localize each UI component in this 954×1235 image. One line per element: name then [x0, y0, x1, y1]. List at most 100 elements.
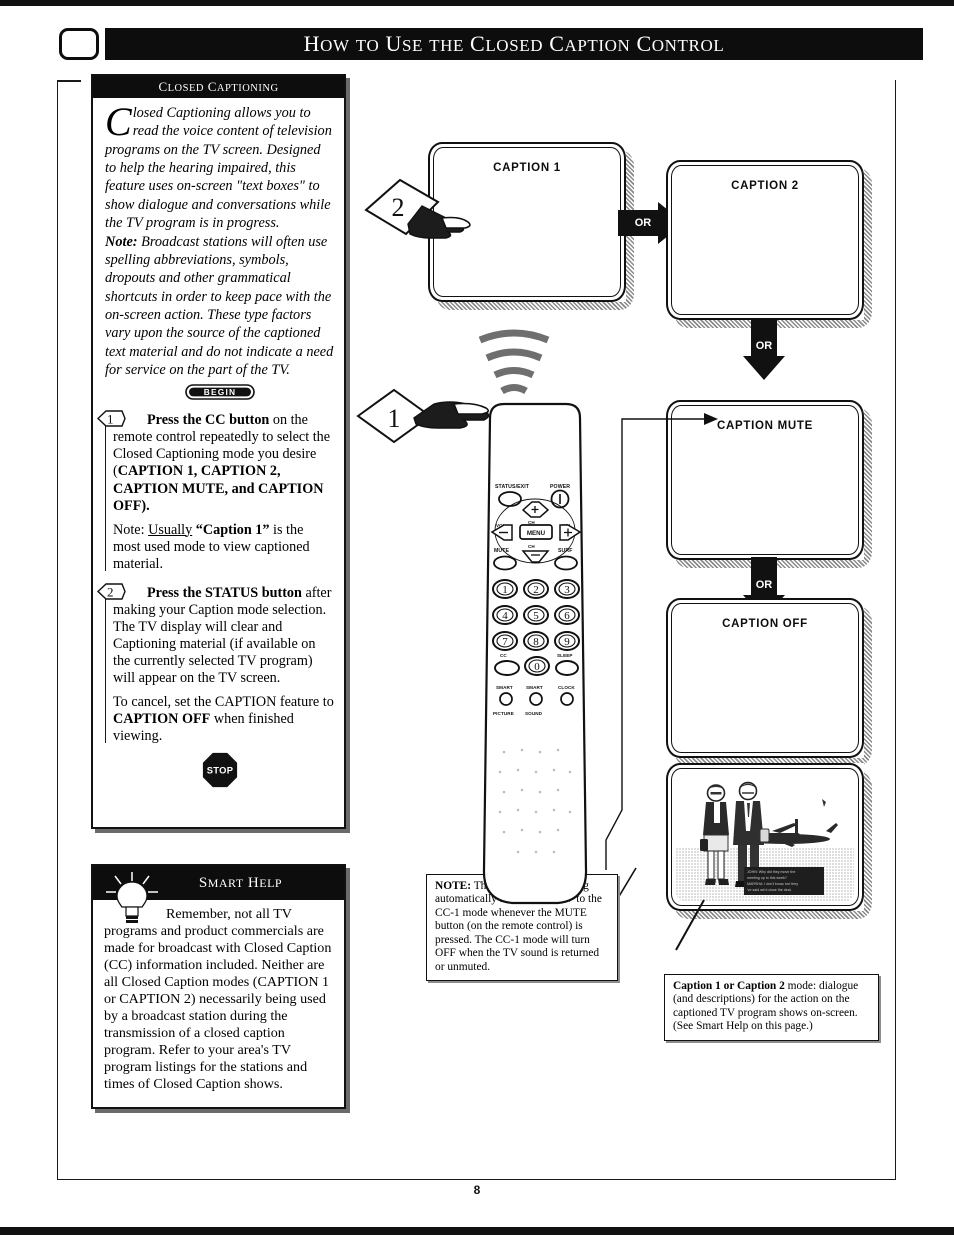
- step-2-marker: 2: [96, 582, 126, 600]
- remote-label-picture: PICTURE: [493, 711, 514, 716]
- remote-key-8[interactable]: 8: [523, 631, 549, 651]
- smart-help-heading: SMART HELP: [198, 874, 283, 891]
- stop-badge-label: STOP: [206, 765, 233, 776]
- step-1-subnote: Note: Usually “Caption 1” is the most us…: [105, 522, 334, 573]
- page-title: HOW TO USE THE CLOSED CAPTION CONTROL: [303, 31, 725, 56]
- step-2-cancel-rest1: , set the CAPTION feature to: [167, 693, 334, 710]
- remote-button-mute[interactable]: [493, 555, 517, 571]
- step-1-rule: [105, 425, 107, 571]
- remote-key-1[interactable]: 1: [492, 579, 518, 599]
- remote-label-smart-a: SMART: [496, 685, 513, 690]
- remote-label-mute: MUTE: [494, 548, 510, 554]
- page-title-bar: HOW TO USE THE CLOSED CAPTION CONTROL: [105, 28, 923, 60]
- tv-screen-icon: [59, 28, 99, 60]
- step-2-cancel-bold: CAPTION OFF: [113, 710, 211, 727]
- step-1-marker: 1: [96, 409, 126, 428]
- hand-pointing-icon-2: 2: [364, 178, 471, 239]
- remote-label-smart-b: SMART: [526, 685, 543, 690]
- remote-label-ch-down: CH: [528, 544, 535, 549]
- remote-label-menu: MENU: [527, 530, 546, 537]
- remote-button-sleep[interactable]: [555, 660, 579, 676]
- step-2-cancel: To cancel, set the CAPTION feature to CA…: [105, 694, 334, 745]
- remote-button-smart-picture[interactable]: [499, 692, 513, 706]
- step-1: 1 Press the CC button on the remote cont…: [96, 410, 334, 573]
- remote-key-4-label: 4: [502, 610, 508, 622]
- remote-key-5[interactable]: 5: [523, 605, 549, 625]
- note-box-caption-modes-label: Caption 1 or Caption 2: [673, 980, 785, 992]
- remote-label-clock: CLOCK: [558, 685, 575, 690]
- manual-page: HOW TO USE THE CLOSED CAPTION CONTROL HO…: [0, 0, 954, 1235]
- lightbulb-icon: [103, 870, 161, 924]
- step-2-text: Press the STATUS button after making you…: [105, 585, 334, 687]
- remote-key-8-label: 8: [533, 636, 539, 648]
- remote-label-sleep: SLEEP: [557, 653, 573, 658]
- smart-help-panel: SMART HELP SMART HELP Remember, not all …: [91, 864, 346, 1109]
- remote-label-surf: SURF: [558, 548, 573, 554]
- remote-key-3[interactable]: 3: [554, 579, 580, 599]
- tv-2-label: CAPTION 2: [731, 180, 799, 192]
- remote-key-7[interactable]: 7: [492, 631, 518, 651]
- begin-badge: BEGIN: [105, 384, 334, 405]
- page-top-rule: [0, 0, 954, 6]
- broadcast-note-paragraph: Note: Broadcast stations will often use …: [105, 233, 334, 380]
- closed-captioning-panel: CLOSED CAPTIONING CLOSED CAPTIONING Clos…: [91, 74, 346, 829]
- remote-key-9[interactable]: 9: [554, 631, 580, 651]
- cc-mute-connector-line: [605, 413, 718, 870]
- remote-button-status-exit[interactable]: [498, 491, 522, 507]
- step-1-lead: Press the CC button: [147, 412, 270, 429]
- smart-help-body: Remember, not all TV programs and produc…: [93, 900, 344, 1098]
- step-2-cancel-prefix: To cancel: [113, 693, 168, 710]
- svg-text:JOHN: Why did they move the: JOHN: Why did they move the: [747, 870, 795, 874]
- note-text: Broadcast stations will often use spelli…: [105, 233, 334, 379]
- remote-key-6-label: 6: [564, 610, 570, 622]
- caption-mode-flow-diagram: CAPTION 1 OR CAPTION 2 OR CAPTION MUTE O…: [346, 80, 896, 1180]
- step-2-number: 2: [107, 584, 114, 599]
- step-1-subnote-underline: Usually: [148, 521, 193, 538]
- remote-key-7-label: 7: [502, 636, 508, 648]
- step-2: 2 Press the STATUS button after making y…: [96, 582, 334, 745]
- remote-label-sound: SOUND: [525, 711, 543, 716]
- step-1-text: Press the CC button on the remote contro…: [105, 412, 334, 514]
- hand-pointing-icon-1: 1: [356, 388, 490, 444]
- remote-key-0-label: 0: [534, 661, 540, 673]
- svg-text:MARSHA: I don't know, but the: MARSHA: I don't know, but they: [747, 882, 798, 886]
- remote-key-2[interactable]: 2: [523, 579, 549, 599]
- remote-key-0[interactable]: 0: [524, 656, 550, 676]
- remote-label-status-exit: STATUS/EXIT: [495, 484, 530, 490]
- tv-screen-caption-2: CAPTION 2: [666, 160, 872, 328]
- step-1-number: 1: [107, 412, 114, 427]
- smart-help-heading-bar: SMART HELP SMART HELP: [93, 866, 344, 923]
- note-label: Note:: [105, 233, 138, 250]
- remote-button-clock[interactable]: [560, 692, 574, 706]
- or-arrow-down-1: OR: [743, 318, 785, 380]
- pointer-1-number: 1: [388, 404, 401, 433]
- scene-caption-connector-line: [675, 899, 705, 951]
- remote-key-4[interactable]: 4: [492, 605, 518, 625]
- smart-help-text: Remember, not all TV programs and produc…: [104, 906, 332, 1093]
- svg-text:meeting up to this week?: meeting up to this week?: [747, 876, 787, 880]
- remote-label-power: POWER: [550, 484, 570, 490]
- remote-button-smart-sound[interactable]: [529, 692, 543, 706]
- remote-button-surf[interactable]: [554, 555, 578, 571]
- step-2-lead: Press the STATUS button: [147, 584, 302, 601]
- stop-badge: STOP: [105, 752, 334, 793]
- pointer-2-number: 2: [392, 193, 405, 222]
- remote-key-2-label: 2: [533, 584, 539, 596]
- step-2-rule: [105, 597, 107, 743]
- remote-key-6[interactable]: 6: [554, 605, 580, 625]
- closed-captioning-panel-heading: CLOSED CAPTIONING: [93, 76, 344, 98]
- begin-badge-label: BEGIN: [203, 387, 236, 397]
- remote-button-cc[interactable]: [494, 660, 520, 676]
- svg-text:'ve said we'd close the deal.: 've said we'd close the deal.: [747, 888, 792, 892]
- note-box-caption-modes: Caption 1 or Caption 2 mode: dialogue (a…: [664, 974, 879, 1041]
- intro-paragraph: Closed Captioning allows you to read the…: [105, 99, 334, 233]
- remote-label-cc: CC: [500, 653, 507, 658]
- drop-cap: C: [105, 99, 132, 144]
- tv-remote-control[interactable]: STATUS/EXIT POWER CH VOL MENU VOL: [454, 400, 614, 910]
- page-border-notch: [57, 80, 81, 82]
- step-1-subnote-prefix: Note:: [113, 521, 149, 538]
- remote-key-3-label: 3: [564, 584, 570, 596]
- remote-key-5-label: 5: [533, 610, 539, 622]
- step-1-modes: CAPTION 1, CAPTION 2, CAPTION MUTE, and …: [113, 463, 324, 514]
- remote-keypad[interactable]: 1 2 3 4 5 6 7 8 9: [492, 579, 580, 651]
